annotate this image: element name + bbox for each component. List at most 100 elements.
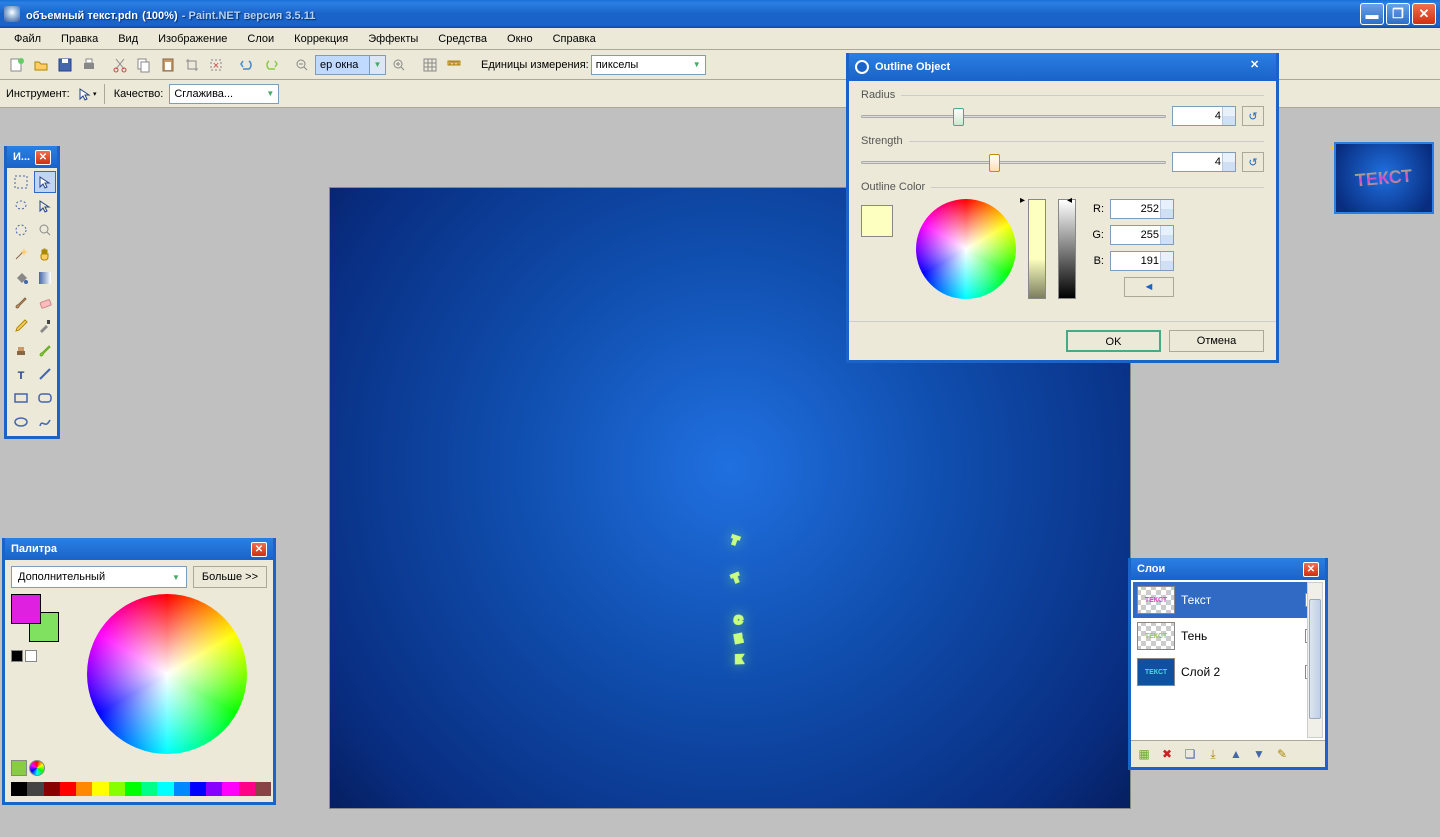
- tool-move-selection[interactable]: [34, 195, 56, 217]
- radius-reset-button[interactable]: ↺: [1242, 106, 1264, 126]
- tool-bucket[interactable]: [10, 267, 32, 289]
- cancel-button[interactable]: Отмена: [1169, 330, 1264, 352]
- delete-layer-button[interactable]: ✖: [1157, 744, 1177, 764]
- minimize-button[interactable]: ▬: [1360, 3, 1384, 25]
- layers-title[interactable]: Слои ✕: [1131, 558, 1325, 580]
- tool-move[interactable]: [34, 171, 56, 193]
- tool-brush[interactable]: [10, 291, 32, 313]
- save-button[interactable]: [54, 54, 76, 76]
- rulers-button[interactable]: [443, 54, 465, 76]
- layer-row[interactable]: ТЕКСТ Слой 2: [1133, 654, 1323, 690]
- palette-manage-icon[interactable]: [29, 760, 45, 776]
- tool-pan[interactable]: [34, 243, 56, 265]
- menu-adjust[interactable]: Коррекция: [286, 31, 356, 47]
- menu-image[interactable]: Изображение: [150, 31, 235, 47]
- current-tool-icon[interactable]: ▾: [76, 83, 98, 105]
- palette-swatches[interactable]: [11, 594, 61, 644]
- tool-line[interactable]: [34, 363, 56, 385]
- zoom-dropdown-icon[interactable]: ▼: [370, 55, 386, 75]
- units-select[interactable]: пикселы▼: [591, 55, 706, 75]
- tool-magic-wand[interactable]: [10, 243, 32, 265]
- copy-button[interactable]: [133, 54, 155, 76]
- crop-button[interactable]: [181, 54, 203, 76]
- g-input[interactable]: 255: [1110, 225, 1174, 245]
- layers-close-icon[interactable]: ✕: [1303, 562, 1319, 577]
- b-input[interactable]: 191: [1110, 251, 1174, 271]
- paste-button[interactable]: [157, 54, 179, 76]
- tool-eyedropper[interactable]: [34, 315, 56, 337]
- maximize-button[interactable]: ❐: [1386, 3, 1410, 25]
- deselect-button[interactable]: ×: [205, 54, 227, 76]
- zoom-combo[interactable]: ▼: [315, 55, 386, 75]
- dialog-titlebar[interactable]: Outline Object ✕: [849, 53, 1276, 81]
- tools-close-icon[interactable]: ✕: [35, 150, 51, 165]
- dialog-color-wheel[interactable]: [916, 199, 1016, 299]
- menu-help[interactable]: Справка: [545, 31, 604, 47]
- tool-ellipse-select[interactable]: [10, 219, 32, 241]
- tool-rect[interactable]: [10, 387, 32, 409]
- value-strip-2[interactable]: [1058, 199, 1076, 299]
- palette-colorbar[interactable]: [11, 782, 271, 796]
- tool-rect-select[interactable]: [10, 171, 32, 193]
- strength-reset-button[interactable]: ↺: [1242, 152, 1264, 172]
- quality-select[interactable]: Сглажива...▼: [169, 84, 279, 104]
- tools-panel-title[interactable]: И... ✕: [7, 146, 57, 168]
- open-button[interactable]: [30, 54, 52, 76]
- layer-props-button[interactable]: ✎: [1272, 744, 1292, 764]
- radius-input[interactable]: 4: [1172, 106, 1236, 126]
- layer-row[interactable]: ТЕКСТ Тень ✔: [1133, 618, 1323, 654]
- redo-button[interactable]: [260, 54, 282, 76]
- layers-scrollbar[interactable]: [1307, 582, 1323, 738]
- add-color-icon[interactable]: [11, 760, 27, 776]
- zoom-input[interactable]: [315, 55, 370, 75]
- strength-slider[interactable]: [861, 151, 1166, 173]
- bw-reset-icon[interactable]: [25, 650, 37, 662]
- tool-gradient[interactable]: [34, 267, 56, 289]
- menu-effects[interactable]: Эффекты: [360, 31, 426, 47]
- undo-button[interactable]: [236, 54, 258, 76]
- tool-recolor[interactable]: [34, 339, 56, 361]
- move-down-button[interactable]: ▼: [1249, 744, 1269, 764]
- duplicate-layer-button[interactable]: ❏: [1180, 744, 1200, 764]
- cut-button[interactable]: [109, 54, 131, 76]
- palette-color-wheel[interactable]: [87, 594, 247, 754]
- tool-ellipse[interactable]: [10, 411, 32, 433]
- palette-mode-select[interactable]: Дополнительный▼: [11, 566, 187, 588]
- color-reset-button[interactable]: ◄: [1124, 277, 1174, 297]
- tool-clone[interactable]: [10, 339, 32, 361]
- tool-eraser[interactable]: [34, 291, 56, 313]
- palette-title[interactable]: Палитра ✕: [5, 538, 273, 560]
- ok-button[interactable]: OK: [1066, 330, 1161, 352]
- tool-freeform[interactable]: [34, 411, 56, 433]
- zoom-in-button[interactable]: [388, 54, 410, 76]
- menu-tools[interactable]: Средства: [430, 31, 495, 47]
- menu-view[interactable]: Вид: [110, 31, 146, 47]
- menu-file[interactable]: Файл: [6, 31, 49, 47]
- menu-edit[interactable]: Правка: [53, 31, 106, 47]
- zoom-out-button[interactable]: [291, 54, 313, 76]
- grid-button[interactable]: [419, 54, 441, 76]
- tool-text[interactable]: T: [10, 363, 32, 385]
- tool-roundrect[interactable]: [34, 387, 56, 409]
- print-button[interactable]: [78, 54, 100, 76]
- r-input[interactable]: 252: [1110, 199, 1174, 219]
- move-up-button[interactable]: ▲: [1226, 744, 1246, 764]
- close-button[interactable]: ✕: [1412, 3, 1436, 25]
- palette-more-button[interactable]: Больше >>: [193, 566, 267, 588]
- dialog-close-button[interactable]: ✕: [1250, 58, 1270, 76]
- tool-pencil[interactable]: [10, 315, 32, 337]
- primary-color-swatch[interactable]: [11, 594, 41, 624]
- layer-row[interactable]: ТЕКСТ Текст ✔: [1133, 582, 1323, 618]
- strength-input[interactable]: 4: [1172, 152, 1236, 172]
- add-layer-button[interactable]: ▦: [1134, 744, 1154, 764]
- radius-slider[interactable]: [861, 105, 1166, 127]
- palette-close-icon[interactable]: ✕: [251, 542, 267, 557]
- bw-swap-icon[interactable]: [11, 650, 23, 662]
- menu-layers[interactable]: Слои: [239, 31, 282, 47]
- tool-zoom[interactable]: [34, 219, 56, 241]
- image-thumbnail[interactable]: ТЕКСТ: [1334, 142, 1434, 214]
- merge-down-button[interactable]: ⤓: [1203, 744, 1223, 764]
- outline-color-swatch[interactable]: [861, 205, 893, 237]
- menu-window[interactable]: Окно: [499, 31, 541, 47]
- new-button[interactable]: [6, 54, 28, 76]
